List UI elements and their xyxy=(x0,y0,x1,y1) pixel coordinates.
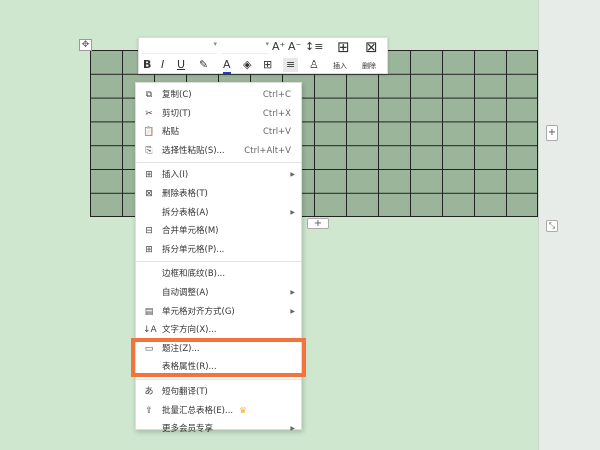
italic-button[interactable]: I xyxy=(161,58,164,72)
menu-item[interactable]: ⊞ 插入(I) ▶ xyxy=(136,166,301,185)
table-move-handle[interactable]: ✥ xyxy=(79,39,92,51)
menu-item[interactable]: ⊟ 合并单元格(M) xyxy=(136,222,301,241)
menu-separator xyxy=(136,162,301,164)
menu-item[interactable]: ⧉ 复制(C) Ctrl+C xyxy=(136,86,301,105)
font-size-select[interactable]: ▾ xyxy=(221,40,269,54)
menu-item[interactable]: 边框和底纹(B)... xyxy=(136,265,301,284)
menu-shortcut: Ctrl+C xyxy=(262,90,291,100)
highlight-box xyxy=(131,338,306,377)
menu-separator xyxy=(136,378,301,380)
add-column-button[interactable]: + xyxy=(546,125,558,141)
submenu-arrow-icon: ▶ xyxy=(290,208,295,216)
borders-button[interactable]: ⊞ xyxy=(263,58,272,72)
menu-item-label: 删除表格(T) xyxy=(162,188,208,199)
split-cells-icon: ⊞ xyxy=(145,244,153,255)
insert-table-icon: ⊞ xyxy=(145,170,153,181)
menu-item-label: 剪切(T) xyxy=(162,108,191,119)
menu-shortcut: Ctrl+X xyxy=(262,108,291,119)
copy-icon: ⧉ xyxy=(145,90,153,100)
menu-item-label: 短句翻译(T) xyxy=(162,386,208,397)
text-direction-icon: ↓A xyxy=(143,325,157,336)
shading-button[interactable]: ◈ xyxy=(243,58,251,72)
menu-item[interactable]: ⇪ 批量汇总表格(E)... ♛ xyxy=(136,402,301,421)
clear-format-button[interactable]: ♙ xyxy=(309,58,319,72)
shrink-font-button[interactable]: A⁻ xyxy=(288,40,301,54)
menu-separator xyxy=(136,261,301,263)
menu-item-label: 自动调整(A) xyxy=(162,287,209,298)
menu-item-label: 拆分单元格(P)... xyxy=(162,244,225,255)
align-button[interactable]: ≡ xyxy=(283,58,299,72)
submenu-arrow-icon: ▶ xyxy=(290,288,295,296)
cut-icon: ✂ xyxy=(145,108,153,119)
menu-item[interactable]: 拆分表格(A) ▶ xyxy=(136,204,301,223)
line-spacing-button[interactable]: ↕≡ xyxy=(305,40,323,54)
menu-item-label: 粘贴 xyxy=(162,127,180,138)
submenu-arrow-icon: ▶ xyxy=(290,307,295,315)
menu-item[interactable]: ↓A 文字方向(X)... xyxy=(136,321,301,340)
menu-item-label: 合并单元格(M) xyxy=(162,226,219,237)
paste-icon: 📋 xyxy=(143,127,155,138)
font-color-button[interactable]: A xyxy=(223,58,231,74)
insert-button[interactable]: 插入 xyxy=(333,59,347,73)
highlight-button[interactable]: ✎ xyxy=(199,58,208,72)
menu-item-label: 单元格对齐方式(G) xyxy=(162,306,235,317)
menu-shortcut: Ctrl+Alt+V xyxy=(244,145,291,156)
insert-table-icon[interactable]: ⊞ xyxy=(337,40,350,55)
batch-summary-icon: ⇪ xyxy=(145,405,153,416)
delete-button[interactable]: 删除 xyxy=(362,59,376,73)
translate-icon: あ xyxy=(144,386,154,397)
menu-item-label: 插入(I) xyxy=(162,170,189,181)
menu-item[interactable]: ▤ 单元格对齐方式(G) ▶ xyxy=(136,303,301,322)
menu-item-label: 更多会员专享 xyxy=(162,424,214,435)
menu-item[interactable]: 自动调整(A) ▶ xyxy=(136,284,301,303)
menu-item[interactable]: 📋 粘贴 Ctrl+V xyxy=(136,123,301,142)
add-row-button[interactable]: + xyxy=(307,218,329,229)
menu-item-label: 批量汇总表格(E)... xyxy=(162,405,234,416)
delete-table-icon[interactable]: ⊠ xyxy=(365,40,378,55)
menu-item[interactable]: あ短句翻译(T) xyxy=(136,383,301,402)
floating-toolbar: ▾ ▾ A⁺ A⁻ ↕≡ B I U ✎ A ◈ ⊞ ≡ ♙ ⊞ 插入 ⊠ 删除 xyxy=(138,37,388,74)
submenu-arrow-icon: ▶ xyxy=(290,171,295,179)
cell-align-icon: ▤ xyxy=(144,306,154,317)
underline-button[interactable]: U xyxy=(177,58,185,72)
context-menu: ⧉ 复制(C) Ctrl+C ✂ 剪切(T) Ctrl+X 📋 粘贴 Ctrl+V ⎘ 选择性粘贴(… xyxy=(135,82,302,434)
menu-item[interactable]: ⎘ 选择性粘贴(S)... Ctrl+Alt+V xyxy=(136,142,301,161)
paste-special-icon: ⎘ xyxy=(145,145,153,156)
menu-item[interactable]: ⊠ 删除表格(T) xyxy=(136,185,301,204)
menu-item-label: 文字方向(X)... xyxy=(162,325,217,336)
menu-item-label: 复制(C) xyxy=(162,90,192,100)
resize-table-handle[interactable]: ⤡ xyxy=(546,220,558,232)
vip-crown-icon: ♛ xyxy=(239,405,247,416)
menu-item[interactable]: ⊞ 拆分单元格(P)... xyxy=(136,241,301,260)
merge-cells-icon: ⊟ xyxy=(145,226,153,237)
delete-table-icon: ⊠ xyxy=(145,188,153,199)
submenu-arrow-icon: ▶ xyxy=(290,425,295,433)
bold-button[interactable]: B xyxy=(143,58,151,72)
menu-item[interactable]: ✂ 剪切(T) Ctrl+X xyxy=(136,105,301,124)
menu-item-label: 边框和底纹(B)... xyxy=(162,269,226,280)
menu-shortcut: Ctrl+V xyxy=(262,127,291,138)
font-name-select[interactable]: ▾ xyxy=(142,40,217,54)
menu-item-label: 选择性粘贴(S)... xyxy=(162,145,225,156)
grow-font-button[interactable]: A⁺ xyxy=(272,40,285,54)
menu-item-label: 拆分表格(A) xyxy=(162,207,209,218)
menu-item[interactable]: 更多会员专享 ▶ xyxy=(136,420,301,439)
